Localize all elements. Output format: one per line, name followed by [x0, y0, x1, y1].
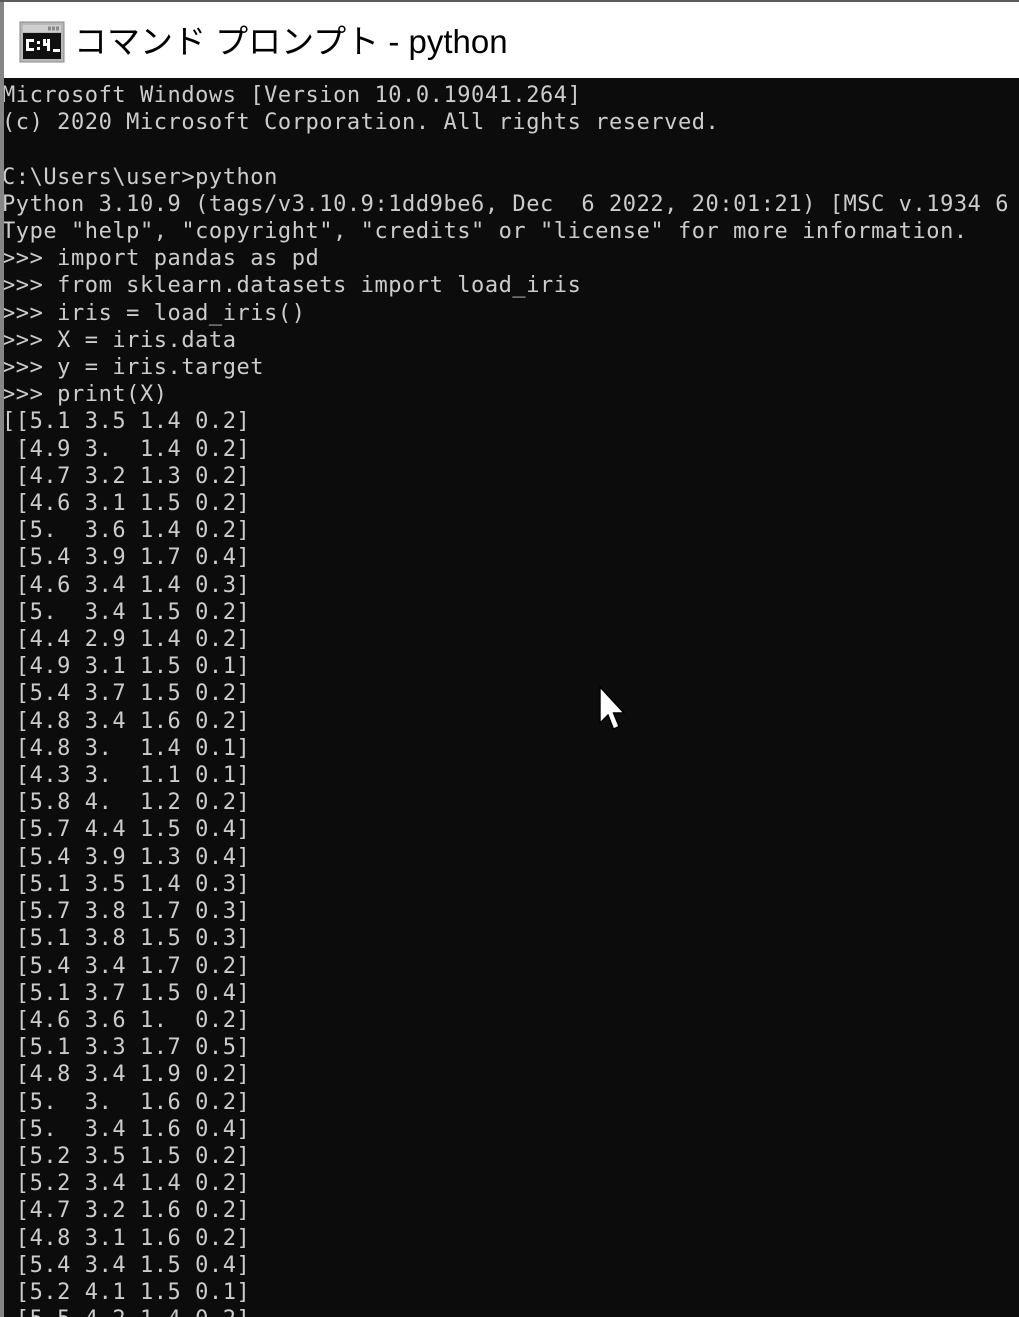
console-text: Microsoft Windows [Version 10.0.19041.26… — [4, 83, 1010, 1317]
window-title: コマンド プロンプト - python — [74, 23, 508, 60]
title-bar[interactable]: コマンド プロンプト - python — [4, 2, 1019, 78]
console-output-area[interactable]: Microsoft Windows [Version 10.0.19041.26… — [4, 78, 1019, 1317]
command-prompt-window: コマンド プロンプト - python Microsoft Windows [V… — [0, 0, 1019, 1317]
command-prompt-icon — [18, 20, 66, 64]
